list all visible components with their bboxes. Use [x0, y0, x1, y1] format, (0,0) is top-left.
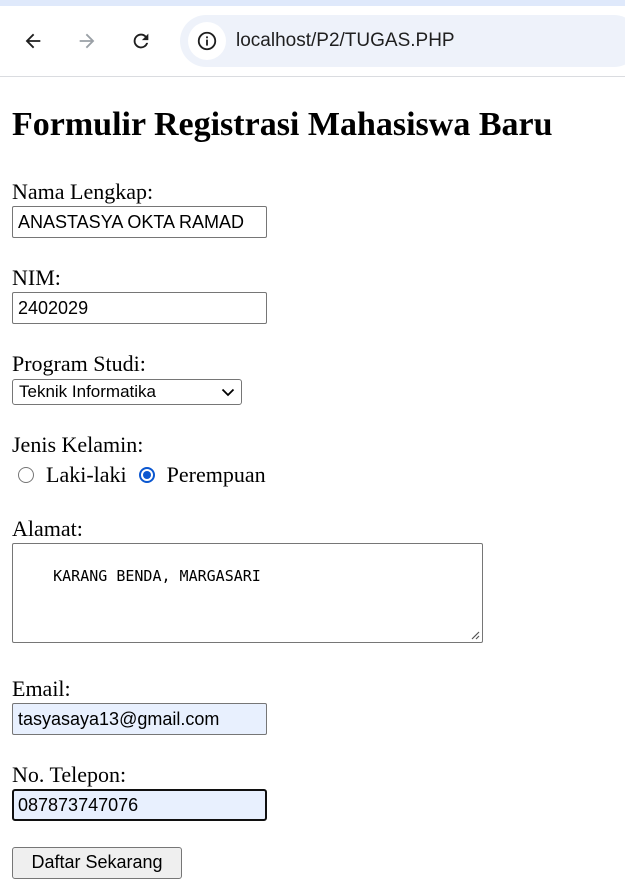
prodi-select[interactable]: Teknik Informatika	[12, 379, 242, 405]
gender-option-label[interactable]: Perempuan	[167, 462, 266, 488]
gender-label: Jenis Kelamin:	[12, 432, 144, 457]
chevron-down-icon	[221, 388, 235, 397]
nama-label: Nama Lengkap:	[12, 179, 154, 204]
resize-grip-icon[interactable]	[469, 629, 480, 640]
tab-strip-edge	[0, 0, 625, 6]
email-input[interactable]: tasyasaya13@gmail.com	[12, 703, 267, 735]
arrow-right-icon	[79, 33, 95, 49]
submit-button[interactable]: Daftar Sekarang	[12, 847, 182, 879]
arrow-left-icon	[25, 33, 41, 49]
telepon-input[interactable]: 087873747076	[12, 789, 267, 821]
info-icon	[197, 31, 217, 51]
alamat-value: KARANG BENDA, MARGASARI	[53, 567, 261, 585]
gender-radio-group: Laki-laki Perempuan	[18, 460, 278, 490]
alamat-textarea[interactable]: KARANG BENDA, MARGASARI	[12, 543, 483, 643]
page-title: Formulir Registrasi Mahasiswa Baru	[12, 106, 553, 143]
prodi-label: Program Studi:	[12, 351, 146, 376]
nim-input[interactable]: 2402029	[12, 292, 267, 324]
telepon-label: No. Telepon:	[12, 762, 127, 787]
prodi-selected-value: Teknik Informatika	[19, 382, 156, 401]
browser-toolbar: localhost/P2/TUGAS.PHP	[0, 0, 625, 77]
forward-button[interactable]	[70, 24, 104, 58]
site-info-button[interactable]	[188, 22, 226, 60]
alamat-label: Alamat:	[12, 516, 83, 541]
url-text[interactable]: localhost/P2/TUGAS.PHP	[236, 30, 455, 52]
back-button[interactable]	[16, 24, 50, 58]
reload-icon	[133, 33, 149, 49]
nim-label: NIM:	[12, 265, 61, 290]
nama-input[interactable]: ANASTASYA OKTA RAMAD	[12, 206, 267, 238]
gender-radio-perempuan[interactable]	[138, 467, 155, 483]
gender-option-label[interactable]: Laki-laki	[46, 462, 127, 488]
reload-button[interactable]	[124, 24, 158, 58]
address-bar[interactable]: localhost/P2/TUGAS.PHP	[180, 15, 625, 67]
email-label: Email:	[12, 676, 71, 701]
gender-radio-laki-laki[interactable]	[18, 467, 34, 483]
